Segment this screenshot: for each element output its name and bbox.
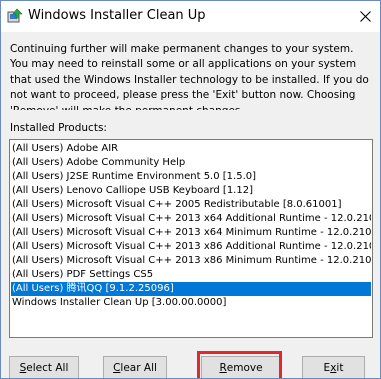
list-item[interactable]: Windows Installer Clean Up [3.00.00.0000…	[11, 296, 371, 310]
list-item[interactable]: (All Users) PDF Settings CS5	[11, 268, 371, 282]
clear-all-button[interactable]: Clear All	[103, 356, 167, 378]
list-item[interactable]: (All Users) Microsoft Visual C++ 2013 x8…	[11, 240, 371, 254]
remove-label: emove	[226, 362, 263, 374]
window-title: Windows Installer Clean Up	[28, 8, 206, 23]
list-item-selected[interactable]: (All Users) 腾讯QQ [9.1.2.25096]	[11, 282, 371, 296]
installed-products-list[interactable]: (All Users) Adobe AIR (All Users) Adobe …	[9, 139, 373, 338]
clear-all-label: lear All	[120, 362, 157, 374]
list-item[interactable]: (All Users) Microsoft Visual C++ 2013 x6…	[11, 212, 371, 226]
remove-button[interactable]: Remove	[201, 356, 281, 378]
list-item[interactable]: (All Users) Microsoft Visual C++ 2013 x6…	[11, 226, 371, 240]
select-all-label: elect All	[26, 362, 69, 374]
exit-label: it	[336, 362, 344, 374]
list-item[interactable]: (All Users) Adobe AIR	[11, 142, 371, 156]
close-button[interactable]	[350, 1, 380, 32]
list-item[interactable]: (All Users) Lenovo Calliope USB Keyboard…	[11, 184, 371, 198]
list-item[interactable]: (All Users) Microsoft Visual C++ 2013 x8…	[11, 254, 371, 268]
title-bar[interactable]: Windows Installer Clean Up	[1, 1, 380, 32]
exit-label-prefix: E	[323, 362, 331, 374]
list-item[interactable]: (All Users) Adobe Community Help	[11, 156, 371, 170]
clear-all-accelerator: C	[113, 362, 121, 374]
installed-products-label: Installed Products:	[10, 122, 107, 134]
remove-accelerator: R	[219, 362, 227, 374]
select-all-accelerator: S	[19, 362, 27, 374]
list-item[interactable]: (All Users) Microsoft Visual C++ 2005 Re…	[11, 198, 371, 212]
installer-cleanup-window: Windows Installer Clean Up Continuing fu…	[0, 0, 381, 379]
close-icon	[359, 11, 371, 22]
warning-description: Continuing further will make permanent c…	[10, 43, 369, 110]
exit-button[interactable]: Ex it	[302, 356, 365, 378]
select-all-button[interactable]: Select All	[9, 356, 79, 378]
list-item[interactable]: (All Users) J2SE Runtime Environment 5.0…	[11, 170, 371, 184]
installer-icon	[7, 8, 23, 24]
